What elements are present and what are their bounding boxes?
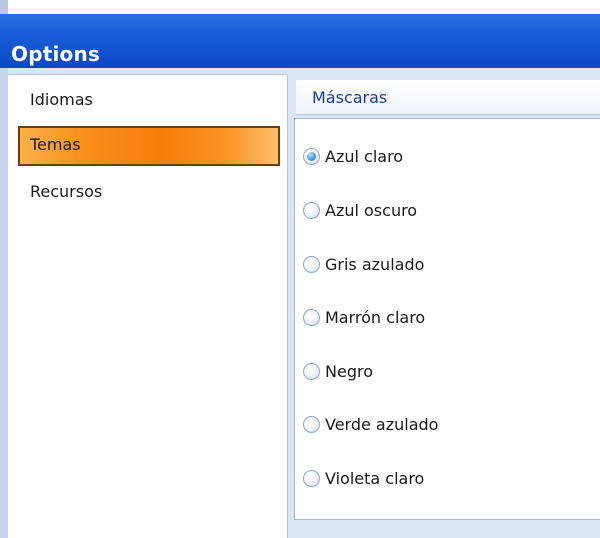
- nav-panel: Idiomas Temas Recursos: [8, 74, 288, 538]
- radio-label: Negro: [325, 361, 373, 381]
- title-bar[interactable]: Options: [0, 14, 600, 68]
- radio-button[interactable]: [303, 308, 320, 326]
- radio-button[interactable]: [303, 255, 320, 273]
- nav-item-recursos[interactable]: Recursos: [20, 176, 268, 208]
- radio-option-azul-claro[interactable]: Azul claro: [303, 141, 403, 171]
- radio-button-checked[interactable]: [303, 147, 320, 165]
- nav-item-temas[interactable]: Temas: [18, 126, 280, 166]
- options-window: Options Idiomas Temas Recursos Máscaras …: [0, 0, 600, 538]
- radio-option-azul-oscuro[interactable]: Azul oscuro: [303, 195, 417, 225]
- radio-label: Verde azulado: [325, 414, 439, 434]
- radio-button[interactable]: [303, 362, 320, 380]
- radio-label: Marrón claro: [325, 307, 426, 327]
- radio-label: Gris azulado: [325, 254, 425, 274]
- radio-option-negro[interactable]: Negro: [303, 356, 373, 386]
- section-title: Máscaras: [312, 88, 388, 107]
- radio-label: Violeta claro: [325, 468, 425, 488]
- radio-option-violeta-claro[interactable]: Violeta claro: [303, 463, 424, 493]
- radio-label: Azul oscuro: [325, 200, 418, 220]
- radio-option-verde-azulado[interactable]: Verde azulado: [303, 409, 438, 439]
- left-edge: [0, 68, 8, 538]
- radio-option-marron-claro[interactable]: Marrón claro: [303, 302, 425, 332]
- radio-button[interactable]: [303, 201, 320, 219]
- nav-item-idiomas[interactable]: Idiomas: [20, 84, 268, 116]
- top-left-edge: [0, 0, 8, 14]
- radio-button[interactable]: [303, 415, 320, 433]
- radio-label: Azul claro: [325, 146, 404, 166]
- nav-item-label: Recursos: [30, 182, 103, 201]
- section-header: Máscaras: [296, 80, 600, 115]
- radio-button[interactable]: [303, 469, 320, 487]
- radio-option-gris-azulado[interactable]: Gris azulado: [303, 249, 424, 279]
- top-strip: [0, 0, 600, 14]
- nav-item-label: Idiomas: [30, 90, 93, 109]
- window-title: Options: [11, 42, 101, 66]
- nav-item-label: Temas: [30, 135, 81, 154]
- skins-radio-group: Azul claro Azul oscuro Gris azulado Marr…: [294, 118, 600, 520]
